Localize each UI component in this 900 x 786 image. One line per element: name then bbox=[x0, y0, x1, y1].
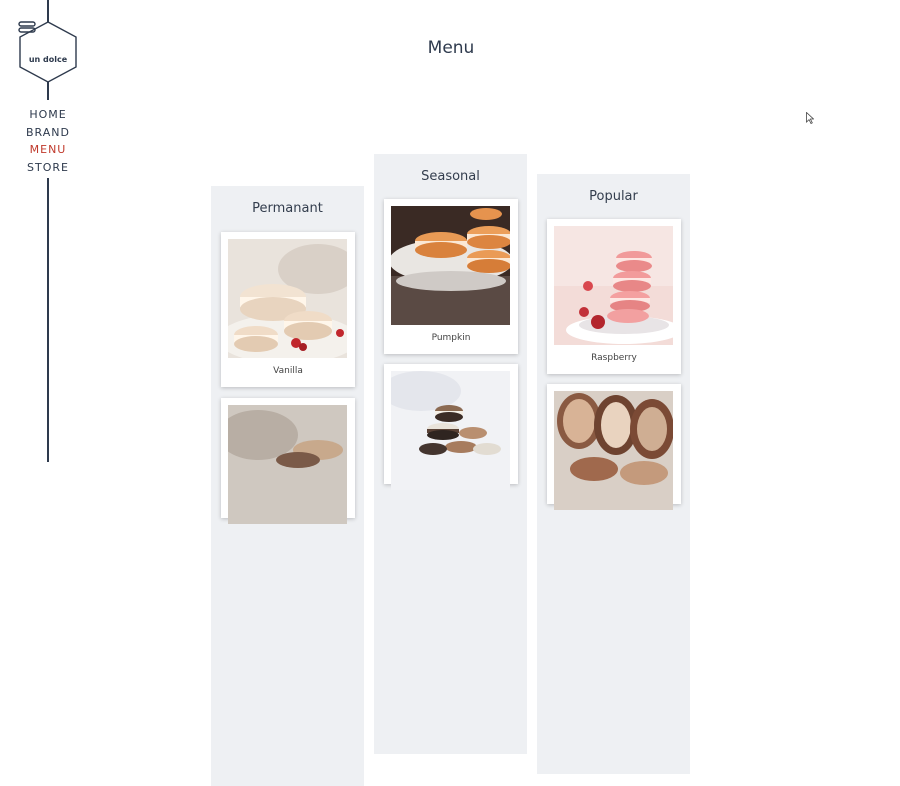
main-nav: HOME BRAND MENU STORE bbox=[0, 106, 96, 176]
macaron-photo-raspberry bbox=[554, 226, 673, 345]
brand-logo[interactable]: un dolce bbox=[18, 21, 78, 83]
nav-item-store[interactable]: STORE bbox=[0, 158, 96, 176]
macaron-photo bbox=[391, 371, 510, 490]
menu-card[interactable] bbox=[384, 364, 518, 490]
macaron-photo-pumpkin bbox=[391, 206, 510, 325]
menu-card[interactable] bbox=[547, 384, 681, 510]
page-title: Menu bbox=[427, 38, 475, 58]
column-title: Popular bbox=[589, 189, 638, 204]
macaron-photo bbox=[228, 405, 347, 524]
sidebar-line-mid bbox=[47, 82, 49, 100]
macaron-photo bbox=[554, 391, 673, 510]
card-label: Raspberry bbox=[591, 353, 637, 363]
nav-item-home[interactable]: HOME bbox=[0, 106, 96, 124]
column-title: Permanant bbox=[252, 201, 323, 216]
sidebar-line-bottom bbox=[47, 178, 49, 462]
menu-column-permanent: Permanant Vanilla bbox=[211, 186, 364, 786]
menu-card-raspberry[interactable]: Raspberry bbox=[547, 219, 681, 374]
macaron-icon bbox=[18, 21, 36, 33]
menu-card[interactable] bbox=[221, 398, 355, 524]
menu-card-pumpkin[interactable]: Pumpkin bbox=[384, 199, 518, 354]
brand-name: un dolce bbox=[28, 55, 68, 64]
column-title: Seasonal bbox=[421, 169, 480, 184]
sidebar-line-top bbox=[47, 0, 49, 22]
menu-card-vanilla[interactable]: Vanilla bbox=[221, 232, 355, 387]
nav-item-menu[interactable]: MENU bbox=[0, 141, 96, 159]
nav-item-brand[interactable]: BRAND bbox=[0, 123, 96, 141]
card-label: Vanilla bbox=[273, 366, 303, 376]
macaron-photo-vanilla bbox=[228, 239, 347, 358]
menu-column-seasonal: Seasonal Pumpkin bbox=[374, 154, 527, 754]
card-label: Pumpkin bbox=[431, 333, 471, 343]
mouse-cursor-icon bbox=[806, 112, 814, 124]
menu-column-popular: Popular Raspberry bbox=[537, 174, 690, 774]
